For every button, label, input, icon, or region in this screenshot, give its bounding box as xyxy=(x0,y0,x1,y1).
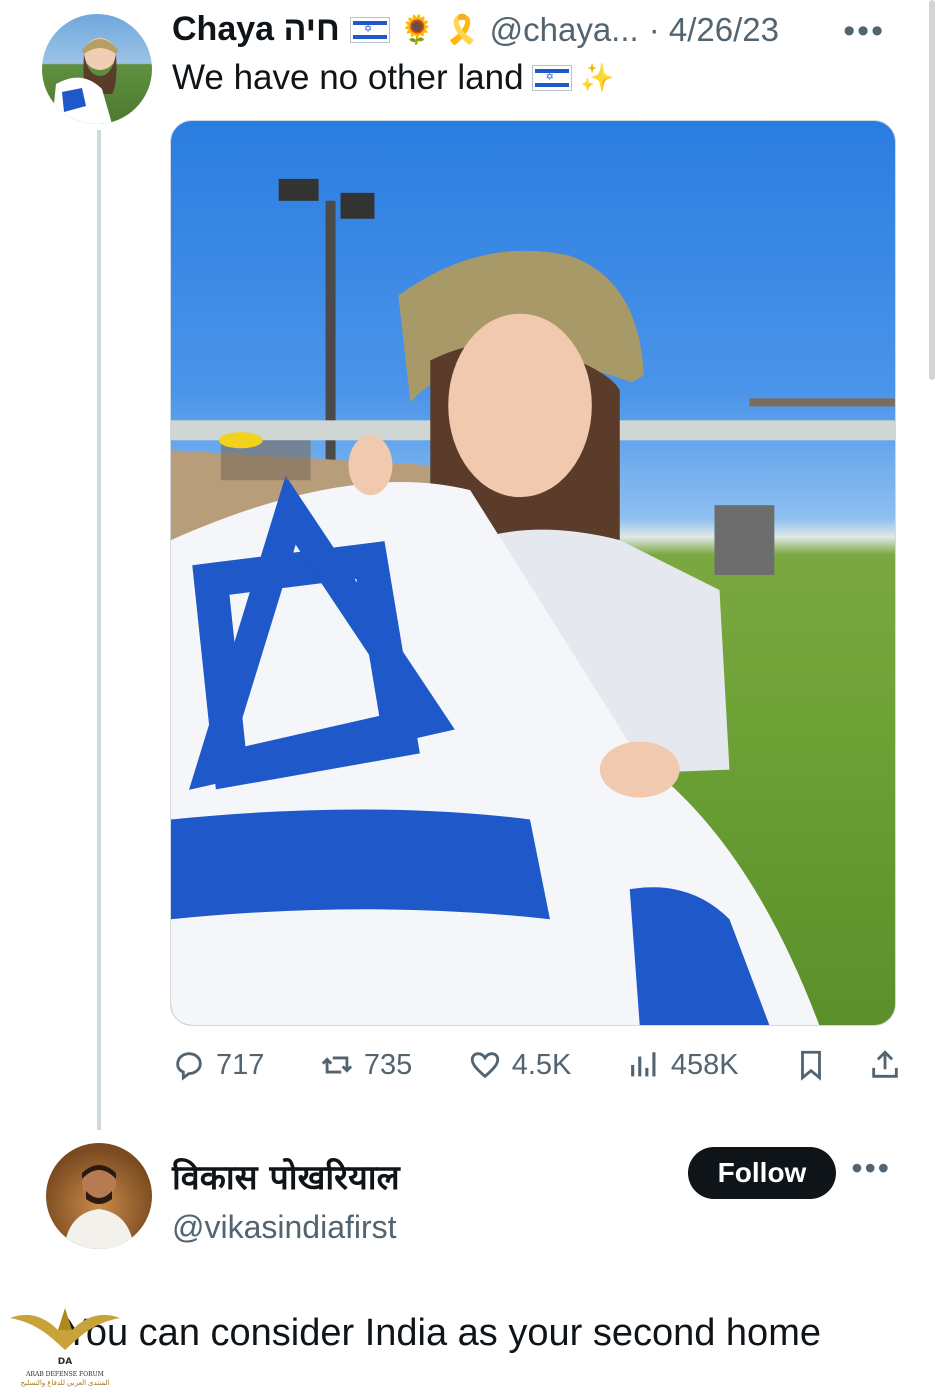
israel-flag-icon: ✡ xyxy=(349,16,390,43)
reply-more-button[interactable]: ••• xyxy=(851,1150,891,1187)
views-chart-icon xyxy=(630,1052,656,1077)
retweet-icon xyxy=(321,1056,353,1074)
author-avatar[interactable] xyxy=(42,14,152,124)
israel-flag-icon: ✡ xyxy=(531,65,572,91)
watermark-arabic: المنتدى العربي للدفاع والتسليح xyxy=(20,1380,110,1387)
ribbon-emoji: 🎗️ xyxy=(444,13,480,45)
views-button[interactable]: 458K xyxy=(627,1048,739,1082)
reply-user-info: विकास पोखरियाल @vikasindiafirst xyxy=(172,1153,400,1246)
tweet-text-content: We have no other land xyxy=(172,58,524,97)
follow-button[interactable]: Follow xyxy=(688,1147,836,1199)
thread-connector-line xyxy=(97,130,101,1130)
like-button[interactable]: 4.5K xyxy=(468,1048,572,1082)
eagle-logo-icon: DA xyxy=(10,1308,120,1367)
tweet-date[interactable]: · 4/26/23 xyxy=(649,11,779,49)
sunflower-emoji: 🌻 xyxy=(399,13,435,45)
share-icon[interactable] xyxy=(868,1048,902,1082)
tweet-header: Chaya חיה ✡ 🌻 🎗️ @chaya... · 4/26/23 xyxy=(172,10,779,49)
tweet-more-button[interactable]: ••• xyxy=(843,12,885,51)
heart-icon xyxy=(470,1052,499,1079)
sparkles-emoji: ✨ xyxy=(579,62,615,93)
reply-text: You can consider India as your second ho… xyxy=(64,1312,821,1354)
scrollbar[interactable] xyxy=(929,0,935,380)
retweet-count: 735 xyxy=(363,1048,413,1081)
reply-button[interactable]: 717 xyxy=(172,1048,264,1082)
reply-user-handle[interactable]: @vikasindiafirst xyxy=(172,1209,400,1246)
tweet-photo[interactable] xyxy=(170,120,896,1026)
author-avatar-image xyxy=(52,38,118,124)
watermark-logo: DA ARAB DEFENSE FORUM المنتدى العربي للد… xyxy=(6,1288,124,1388)
share-actions xyxy=(794,1048,902,1082)
svg-text:DA: DA xyxy=(58,1357,72,1367)
author-handle[interactable]: @chaya... xyxy=(490,11,639,49)
bookmark-icon[interactable] xyxy=(794,1048,828,1082)
watermark-name: ARAB DEFENSE FORUM xyxy=(26,1371,104,1378)
tweet-text: We have no other land ✡ ✨ xyxy=(172,58,614,98)
reply-user-name[interactable]: विकास पोखरियाल xyxy=(172,1153,400,1199)
like-count: 4.5K xyxy=(511,1048,572,1081)
tweet-action-bar: 717 735 4.5K 458K xyxy=(172,1040,902,1090)
reply-user-avatar[interactable] xyxy=(46,1143,152,1249)
reply-user-avatar-image xyxy=(64,1165,134,1249)
retweet-button[interactable]: 735 xyxy=(320,1048,412,1082)
author-display-name[interactable]: Chaya חיה xyxy=(172,10,340,49)
tweet-photo-image xyxy=(171,178,895,1025)
views-count: 458K xyxy=(670,1048,739,1081)
reply-count: 717 xyxy=(216,1048,265,1081)
reply-icon xyxy=(176,1052,202,1081)
